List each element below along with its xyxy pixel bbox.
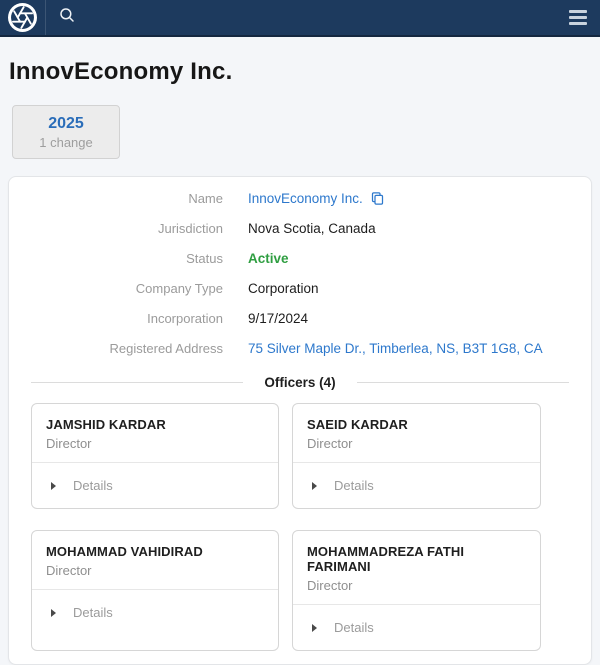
status-badge: Active: [248, 251, 289, 266]
officer-role: Director: [46, 436, 264, 451]
company-name-link[interactable]: InnovEconomy Inc.: [248, 191, 363, 206]
divider: [31, 382, 243, 383]
details-toggle-label: Details: [73, 478, 113, 493]
field-row-company-type: Company Type Corporation: [9, 274, 591, 304]
officer-details-toggle[interactable]: Details: [32, 589, 278, 635]
details-toggle-label: Details: [334, 478, 374, 493]
officers-section-header: Officers (4): [31, 375, 569, 390]
search-icon: [58, 6, 76, 29]
officer-card: MOHAMMADREZA FATHI FARIMANI Director Det…: [292, 530, 541, 651]
company-type-value: Corporation: [248, 281, 319, 296]
caret-right-icon: [312, 624, 317, 632]
page-title: InnovEconomy Inc.: [9, 58, 600, 86]
registered-address-link[interactable]: 75 Silver Maple Dr., Timberlea, NS, B3T …: [248, 341, 543, 356]
field-row-incorporation: Incorporation 9/17/2024: [9, 304, 591, 334]
field-label: Name: [9, 191, 223, 206]
caret-right-icon: [51, 609, 56, 617]
divider: [357, 382, 569, 383]
officer-role: Director: [46, 563, 264, 578]
officer-details-toggle[interactable]: Details: [32, 462, 278, 508]
field-row-jurisdiction: Jurisdiction Nova Scotia, Canada: [9, 214, 591, 244]
field-row-status: Status Active: [9, 244, 591, 274]
year-tab-change-count: 1 change: [39, 135, 93, 150]
officer-details-toggle[interactable]: Details: [293, 604, 540, 650]
copy-icon[interactable]: [370, 191, 385, 206]
company-fields: Name InnovEconomy Inc. Jurisdiction Nova…: [9, 177, 591, 364]
caret-right-icon: [51, 482, 56, 490]
officer-name: MOHAMMAD VAHIDIRAD: [46, 544, 264, 559]
field-label: Company Type: [9, 281, 223, 296]
company-details-card: Name InnovEconomy Inc. Jurisdiction Nova…: [8, 176, 592, 665]
caret-right-icon: [312, 482, 317, 490]
field-label: Jurisdiction: [9, 221, 223, 236]
field-row-name: Name InnovEconomy Inc.: [9, 184, 591, 214]
officer-card: JAMSHID KARDAR Director Details: [31, 403, 279, 509]
search-button[interactable]: [46, 0, 88, 35]
top-nav-bar: [0, 0, 600, 37]
field-row-registered-address: Registered Address 75 Silver Maple Dr., …: [9, 334, 591, 364]
officer-name: SAEID KARDAR: [307, 417, 526, 432]
officer-name: MOHAMMADREZA FATHI FARIMANI: [307, 544, 526, 574]
officer-role: Director: [307, 578, 526, 593]
hamburger-icon: [569, 10, 587, 25]
jurisdiction-value: Nova Scotia, Canada: [248, 221, 376, 236]
field-label: Incorporation: [9, 311, 223, 326]
details-toggle-label: Details: [73, 605, 113, 620]
officer-role: Director: [307, 436, 526, 451]
incorporation-date-value: 9/17/2024: [248, 311, 308, 326]
home-logo-button[interactable]: [0, 0, 46, 35]
officers-heading: Officers (4): [264, 375, 335, 390]
officers-grid: JAMSHID KARDAR Director Details SAEID KA…: [9, 403, 591, 651]
field-label: Status: [9, 251, 223, 266]
officer-name: JAMSHID KARDAR: [46, 417, 264, 432]
officer-details-toggle[interactable]: Details: [293, 462, 540, 508]
year-tab-year: 2025: [48, 115, 84, 133]
field-label: Registered Address: [9, 341, 223, 356]
aperture-logo-icon: [8, 3, 37, 32]
officer-card: MOHAMMAD VAHIDIRAD Director Details: [31, 530, 279, 651]
year-tab-2025[interactable]: 2025 1 change: [12, 105, 120, 159]
menu-button[interactable]: [556, 0, 600, 35]
officer-card: SAEID KARDAR Director Details: [292, 403, 541, 509]
details-toggle-label: Details: [334, 620, 374, 635]
